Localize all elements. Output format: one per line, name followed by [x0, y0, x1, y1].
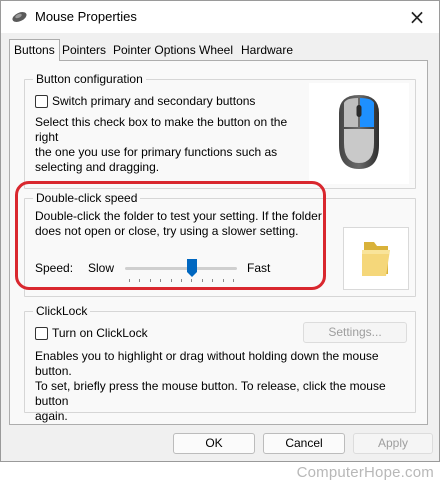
tab-pointers[interactable]: Pointers	[58, 41, 110, 59]
watermark: ComputerHope.com	[296, 464, 434, 481]
slider-tick	[129, 279, 130, 282]
double-click-speed-group: Double-click speed Double-click the fold…	[24, 191, 416, 297]
clicklock-checkbox[interactable]	[35, 326, 48, 340]
double-click-speed-legend: Double-click speed	[33, 191, 141, 205]
slider-tick	[150, 279, 151, 282]
description-line: To set, briefly press the mouse button. …	[35, 379, 386, 408]
slider-tick	[233, 279, 234, 282]
clicklock-label[interactable]: Turn on ClickLock	[52, 326, 148, 340]
description-line: selecting and dragging.	[35, 160, 160, 174]
switch-buttons-checkbox[interactable]	[35, 94, 48, 108]
description-line: Enables you to highlight or drag without…	[35, 349, 379, 378]
double-click-speed-slider-track[interactable]	[125, 267, 237, 270]
double-click-speed-slider-thumb[interactable]	[186, 258, 198, 278]
slow-label: Slow	[88, 261, 115, 275]
button-configuration-legend: Button configuration	[33, 72, 146, 86]
description-line: does not open or close, try using a slow…	[35, 224, 299, 238]
slider-tick	[223, 279, 224, 282]
tab-buttons[interactable]: Buttons	[9, 39, 60, 61]
tab-pointer-options[interactable]: Pointer Options	[109, 41, 200, 59]
title-bar: Mouse Properties ×	[1, 1, 439, 33]
double-click-description: Double-click the folder to test your set…	[35, 209, 325, 239]
test-folder-box[interactable]	[343, 227, 409, 290]
button-configuration-group: Button configuration Switch primary and …	[24, 72, 416, 189]
close-icon: ×	[408, 5, 426, 29]
slider-tick	[160, 279, 161, 282]
cancel-button[interactable]: Cancel	[263, 433, 345, 454]
window-title: Mouse Properties	[35, 9, 137, 24]
fast-label: Fast	[247, 261, 271, 275]
slider-tick	[202, 279, 203, 282]
clicklock-settings-button[interactable]: Settings...	[303, 322, 407, 343]
switch-buttons-label[interactable]: Switch primary and secondary buttons	[52, 94, 255, 108]
buttons-tab-panel: Button configuration Switch primary and …	[9, 60, 428, 425]
button-configuration-description: Select this check box to make the button…	[35, 115, 305, 175]
mouse-app-icon	[12, 12, 27, 22]
clicklock-group: ClickLock Turn on ClickLock Settings... …	[24, 304, 416, 423]
description-line: the one you use for primary functions su…	[35, 145, 278, 159]
mouse-icon	[339, 95, 379, 169]
switch-buttons-checkbox-row[interactable]: Switch primary and secondary buttons	[35, 94, 255, 108]
ok-button[interactable]: OK	[173, 433, 255, 454]
apply-button[interactable]: Apply	[353, 433, 433, 454]
slider-tick	[171, 279, 172, 282]
clicklock-checkbox-row[interactable]: Turn on ClickLock	[35, 326, 148, 340]
mouse-image-box	[309, 83, 409, 184]
close-button[interactable]: ×	[395, 1, 439, 33]
speed-label: Speed:	[35, 261, 74, 275]
tab-wheel[interactable]: Wheel	[195, 41, 237, 59]
slider-tick	[191, 279, 192, 282]
clicklock-legend: ClickLock	[33, 304, 91, 318]
folder-icon[interactable]	[344, 228, 408, 289]
slider-tick	[212, 279, 213, 282]
mouse-properties-window: Mouse Properties × Buttons Pointers Poin…	[0, 0, 440, 462]
clicklock-description: Enables you to highlight or drag without…	[35, 349, 413, 424]
description-line: again.	[35, 409, 68, 423]
slider-tick	[181, 279, 182, 282]
description-line: Select this check box to make the button…	[35, 115, 288, 144]
description-line: Double-click the folder to test your set…	[35, 209, 322, 223]
slider-ticks	[129, 279, 234, 283]
tab-hardware[interactable]: Hardware	[237, 41, 297, 59]
slider-tick	[139, 279, 140, 282]
